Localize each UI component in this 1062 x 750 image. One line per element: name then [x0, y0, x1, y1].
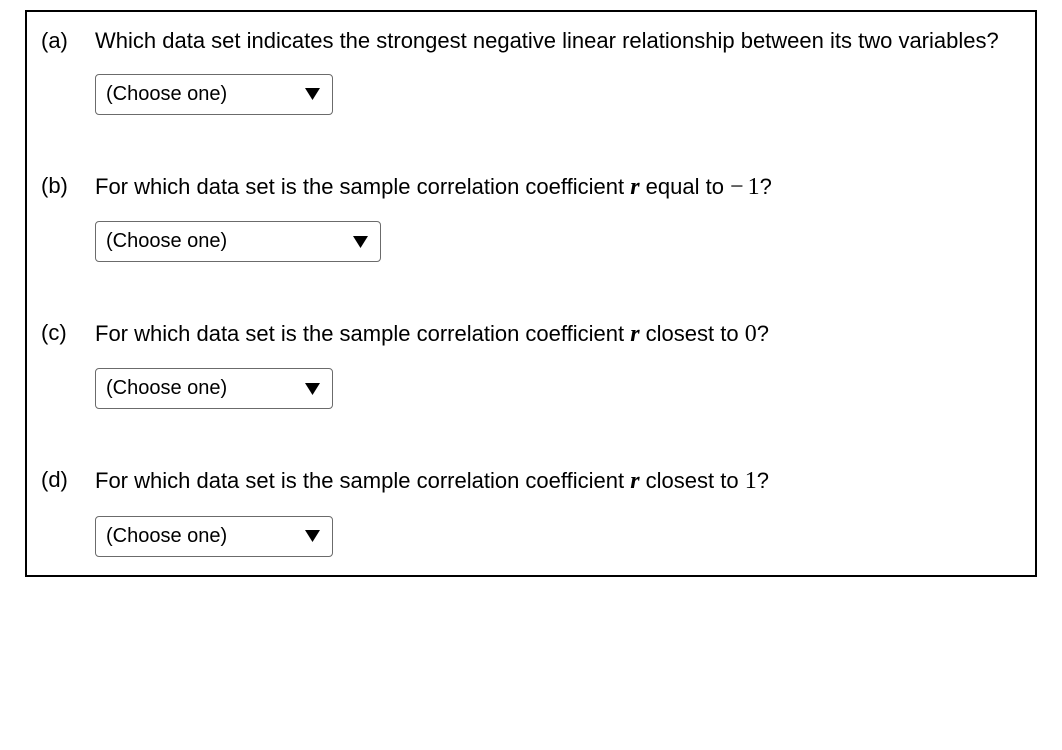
question-c-text-after-r: closest to: [640, 321, 745, 346]
question-a-dropdown-row: (Choose one): [27, 56, 1035, 115]
question-d-qmark: ?: [757, 468, 769, 493]
question-d-row: (d) For which data set is the sample cor…: [27, 451, 1035, 497]
question-a-text: Which data set indicates the strongest n…: [95, 26, 1021, 56]
r-symbol: r: [630, 468, 639, 494]
question-a-block: (a) Which data set indicates the stronge…: [27, 12, 1035, 157]
question-d-block: (d) For which data set is the sample cor…: [27, 451, 1035, 574]
chevron-down-icon: [305, 383, 320, 395]
question-a-dropdown[interactable]: (Choose one): [95, 74, 333, 115]
dropdown-placeholder: (Choose one): [106, 377, 227, 400]
question-d-dropdown[interactable]: (Choose one): [95, 516, 333, 557]
question-b-qmark: ?: [760, 174, 772, 199]
question-d-value: 1: [745, 468, 757, 494]
chevron-down-icon: [305, 530, 320, 542]
question-d-text: For which data set is the sample correla…: [95, 465, 1021, 497]
r-symbol: r: [630, 174, 639, 200]
question-b-label: (b): [41, 171, 95, 201]
question-c-qmark: ?: [757, 321, 769, 346]
question-b-dropdown[interactable]: (Choose one): [95, 221, 381, 262]
chevron-down-icon: [305, 88, 320, 100]
dropdown-placeholder: (Choose one): [106, 230, 227, 253]
question-c-row: (c) For which data set is the sample cor…: [27, 304, 1035, 350]
question-c-text: For which data set is the sample correla…: [95, 318, 1021, 350]
question-c-dropdown-row: (Choose one): [27, 350, 1035, 409]
chevron-down-icon: [353, 236, 368, 248]
question-b-text-before-r: For which data set is the sample correla…: [95, 174, 630, 199]
dropdown-placeholder: (Choose one): [106, 525, 227, 548]
question-d-text-after-r: closest to: [640, 468, 745, 493]
question-b-text-after-r: equal to: [640, 174, 731, 199]
question-c-label: (c): [41, 318, 95, 348]
question-d-label: (d): [41, 465, 95, 495]
question-d-dropdown-row: (Choose one): [27, 498, 1035, 557]
r-symbol: r: [630, 321, 639, 347]
question-b-value: 1: [748, 174, 760, 200]
question-c-value: 0: [745, 321, 757, 347]
question-d-text-before-r: For which data set is the sample correla…: [95, 468, 630, 493]
minus-sign: −: [730, 174, 744, 200]
question-c-text-before-r: For which data set is the sample correla…: [95, 321, 630, 346]
question-c-dropdown[interactable]: (Choose one): [95, 368, 333, 409]
question-c-block: (c) For which data set is the sample cor…: [27, 304, 1035, 451]
question-b-dropdown-row: (Choose one): [27, 203, 1035, 262]
dropdown-placeholder: (Choose one): [106, 83, 227, 106]
question-b-row: (b) For which data set is the sample cor…: [27, 157, 1035, 203]
question-a-row: (a) Which data set indicates the stronge…: [27, 12, 1035, 56]
question-b-text: For which data set is the sample correla…: [95, 171, 1021, 203]
question-b-block: (b) For which data set is the sample cor…: [27, 157, 1035, 304]
question-a-label: (a): [41, 26, 95, 56]
quiz-container: (a) Which data set indicates the stronge…: [25, 10, 1037, 577]
